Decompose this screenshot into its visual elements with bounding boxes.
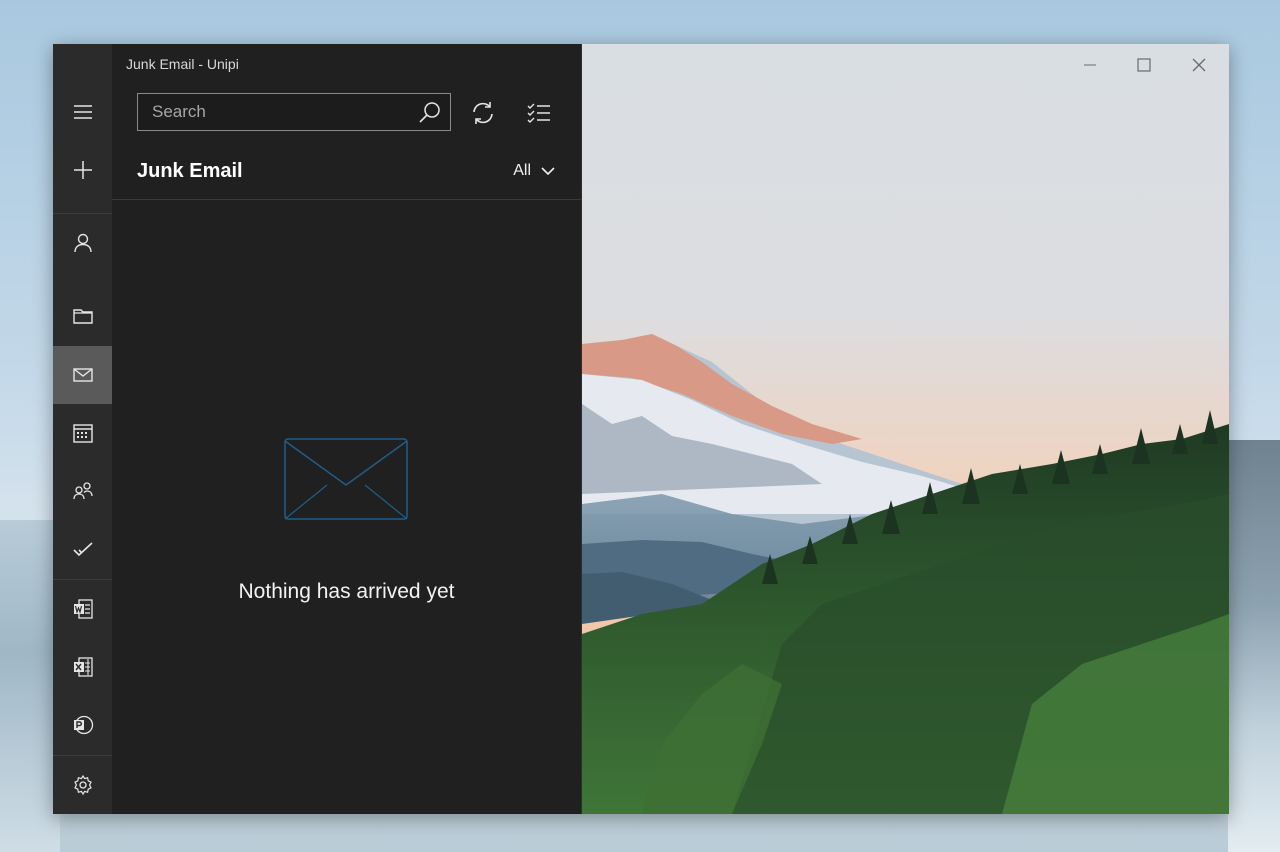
search-input[interactable] — [138, 93, 410, 131]
window-title: Junk Email - Unipi — [126, 56, 239, 72]
new-mail-button[interactable] — [53, 141, 112, 199]
header-divider — [112, 199, 581, 200]
folder-title: Junk Email — [137, 160, 243, 182]
desktop-wallpaper-left — [0, 520, 60, 852]
excel-app-button[interactable] — [53, 638, 112, 696]
reading-pane-background-image — [582, 44, 1229, 814]
folders-button[interactable] — [53, 287, 112, 345]
folder-icon — [72, 309, 93, 324]
accounts-button[interactable] — [53, 214, 112, 272]
word-app-button[interactable] — [53, 580, 112, 638]
sync-icon — [473, 102, 493, 124]
powerpoint-app-button[interactable] — [53, 696, 112, 754]
plus-icon — [73, 161, 92, 179]
navigation-rail — [53, 44, 112, 814]
mail-app-window: Junk Email - Unipi Junk Email All Nothin… — [53, 44, 1229, 814]
sync-button[interactable] — [461, 93, 505, 133]
desktop-wallpaper-right — [1228, 440, 1280, 852]
todo-check-icon — [72, 542, 93, 557]
select-list-icon — [527, 103, 550, 123]
search-box[interactable] — [137, 93, 451, 131]
calendar-icon — [72, 424, 93, 443]
powerpoint-icon — [73, 715, 93, 735]
people-icon — [72, 482, 93, 500]
mail-button[interactable] — [53, 346, 112, 404]
minimize-icon — [1084, 64, 1096, 66]
selection-mode-button[interactable] — [517, 93, 561, 133]
filter-label: All — [513, 162, 531, 179]
filter-dropdown[interactable]: All — [513, 162, 555, 180]
hamburger-icon — [73, 105, 92, 119]
close-button[interactable] — [1171, 44, 1227, 86]
hamburger-menu-button[interactable] — [53, 83, 112, 141]
maximize-button[interactable] — [1116, 44, 1172, 86]
settings-button[interactable] — [53, 756, 112, 814]
maximize-icon — [1137, 58, 1151, 72]
excel-icon — [73, 657, 93, 677]
message-list-pane: Junk Email - Unipi Junk Email All Nothin… — [112, 44, 582, 814]
close-icon — [1192, 58, 1206, 72]
calendar-button[interactable] — [53, 404, 112, 462]
people-button[interactable] — [53, 462, 112, 520]
empty-envelope-icon — [284, 438, 408, 524]
mail-icon — [72, 368, 93, 382]
word-icon — [73, 599, 93, 619]
todo-button[interactable] — [53, 520, 112, 578]
search-icon[interactable] — [410, 94, 450, 130]
empty-state-message: Nothing has arrived yet — [238, 580, 455, 603]
person-icon — [73, 233, 92, 253]
minimize-button[interactable] — [1062, 44, 1118, 86]
chevron-down-icon — [541, 167, 555, 176]
settings-gear-icon — [73, 774, 92, 796]
